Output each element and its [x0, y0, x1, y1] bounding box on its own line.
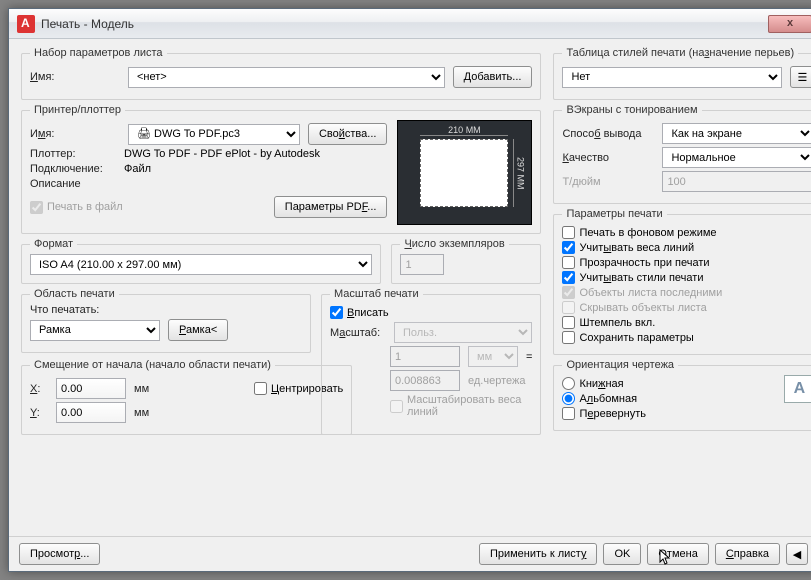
ok-button[interactable]: OK	[603, 543, 641, 565]
window-title: Печать - Модель	[41, 17, 768, 31]
page-setup-name-select[interactable]: <нет>	[128, 67, 445, 88]
preview-button[interactable]: Просмотр...	[19, 543, 100, 565]
printer-title: Принтер/плоттер	[30, 104, 125, 116]
orientation-icon: A	[784, 375, 811, 403]
port-label: Подключение:	[30, 163, 116, 175]
offset-x-unit: мм	[134, 383, 224, 395]
dialog-footer: Просмотр... Применить к листу OK Отмена …	[9, 536, 811, 571]
plot-scale-group: Масштаб печати Вписать Масштаб: Польз. м…	[321, 288, 541, 435]
app-icon	[17, 15, 35, 33]
plot-area-title: Область печати	[30, 288, 119, 300]
offset-x-label: X:	[30, 383, 48, 395]
shade-method-label: Способ вывода	[562, 128, 654, 140]
plot-area-group: Область печати Что печатать: Рамка Рамка…	[21, 288, 311, 353]
style-table-title: Таблица стилей печати (назначение перьев…	[562, 47, 798, 59]
paper-preview: 210 MM 297 MM	[397, 120, 532, 225]
expand-arrow-button[interactable]: ◀	[786, 543, 808, 565]
orientation-portrait-radio[interactable]: Книжная	[562, 377, 776, 390]
opt-stamp-check[interactable]: Штемпель вкл.	[562, 316, 811, 329]
what-to-plot-label: Что печатать:	[30, 304, 302, 316]
style-table-group: Таблица стилей печати (назначение перьев…	[553, 47, 811, 100]
shade-dpi-label: Т/дюйм	[562, 176, 654, 188]
opt-transparency-check[interactable]: Прозрачность при печати	[562, 256, 811, 269]
scale-lineweights-check: Масштабировать веса линий	[330, 394, 532, 418]
offset-title: Смещение от начала (начало области печат…	[30, 359, 275, 371]
printer-name-label: Имя:	[30, 128, 120, 140]
preview-height: 297 MM	[513, 139, 525, 207]
fit-to-paper-check[interactable]: Вписать	[330, 306, 532, 319]
close-button[interactable]: x	[768, 15, 811, 33]
what-to-plot-select[interactable]: Рамка	[30, 320, 160, 341]
port-value: Файл	[124, 163, 151, 175]
cancel-button[interactable]: Отмена	[647, 543, 708, 565]
scale-den-unit: ед.чертежа	[468, 375, 525, 387]
plotter-label: Плоттер:	[30, 148, 116, 160]
shaded-viewport-title: ВЭкраны с тонированием	[562, 104, 701, 116]
opt-lineweights-check[interactable]: Учитывать веса линий	[562, 241, 811, 254]
page-setup-add-button[interactable]: Добавить...	[453, 66, 533, 88]
orientation-group: Ориентация чертежа Книжная Альбомная Пер…	[553, 359, 811, 431]
scale-den-input	[390, 370, 460, 391]
orientation-title: Ориентация чертежа	[562, 359, 678, 371]
scale-select: Польз.	[394, 322, 532, 343]
printer-properties-button[interactable]: Свойства...	[308, 123, 388, 145]
print-to-file-check: Печать в файл	[30, 201, 123, 214]
opt-background-check[interactable]: Печать в фоновом режиме	[562, 226, 811, 239]
orientation-landscape-radio[interactable]: Альбомная	[562, 392, 776, 405]
help-button[interactable]: Справка	[715, 543, 780, 565]
opt-styles-check[interactable]: Учитывать стили печати	[562, 271, 811, 284]
print-dialog: Печать - Модель x Набор параметров листа…	[8, 8, 811, 572]
desc-label: Описание	[30, 178, 116, 190]
opt-paperspace-last-check: Объекты листа последними	[562, 286, 811, 299]
plot-options-group: Параметры печати Печать в фоновом режиме…	[553, 208, 811, 355]
orientation-upside-check[interactable]: Перевернуть	[562, 407, 776, 420]
plot-options-title: Параметры печати	[562, 208, 666, 220]
pdf-options-button[interactable]: Параметры PDF...	[274, 196, 388, 218]
preview-width: 210 MM	[420, 125, 508, 136]
plotter-value: DWG To PDF - PDF ePlot - by Autodesk	[124, 148, 320, 160]
scale-equals: =	[526, 351, 532, 363]
style-table-select[interactable]: Нет	[562, 67, 782, 88]
style-table-edit-button[interactable]: ☰	[790, 66, 811, 88]
pen-icon: ☰	[798, 71, 808, 84]
page-setup-name-label: Имя:	[30, 71, 120, 83]
shade-quality-select[interactable]: Нормальное	[662, 147, 811, 168]
copies-title: Число экземпляров	[400, 238, 508, 250]
titlebar[interactable]: Печать - Модель x	[9, 9, 811, 39]
offset-y-label: Y:	[30, 407, 48, 419]
offset-x-input[interactable]	[56, 378, 126, 399]
copies-group: Число экземпляров	[391, 238, 541, 284]
apply-to-layout-button[interactable]: Применить к листу	[479, 543, 598, 565]
chevron-left-icon: ◀	[793, 548, 801, 561]
opt-save-changes-check[interactable]: Сохранить параметры	[562, 331, 811, 344]
printer-group: Принтер/плоттер Имя: 🖨 DWG To PDF.pc3 Св…	[21, 104, 541, 234]
shade-dpi-input	[662, 171, 811, 192]
copies-input	[400, 254, 444, 275]
paper-size-group: Формат ISO A4 (210.00 x 297.00 мм)	[21, 238, 381, 284]
shade-quality-label: Качество	[562, 152, 654, 164]
printer-name-select[interactable]: 🖨 DWG To PDF.pc3	[128, 124, 300, 145]
offset-y-input[interactable]	[56, 402, 126, 423]
plot-scale-title: Масштаб печати	[330, 288, 423, 300]
paper-size-select[interactable]: ISO A4 (210.00 x 297.00 мм)	[30, 254, 372, 275]
opt-hide-paperspace-check: Скрывать объекты листа	[562, 301, 811, 314]
scale-label: Масштаб:	[330, 327, 386, 339]
shaded-viewport-group: ВЭкраны с тонированием Способ вывода Как …	[553, 104, 811, 204]
shade-method-select[interactable]: Как на экране	[662, 123, 811, 144]
paper-size-title: Формат	[30, 238, 77, 250]
page-setup-title: Набор параметров листа	[30, 47, 167, 59]
offset-group: Смещение от начала (начало области печат…	[21, 359, 352, 435]
offset-y-unit: мм	[134, 407, 224, 419]
window-pick-button[interactable]: Рамка<	[168, 319, 228, 341]
page-setup-group: Набор параметров листа Имя: <нет> Добави…	[21, 47, 541, 100]
scale-unit-select: мм	[468, 346, 518, 367]
scale-num-input	[390, 346, 460, 367]
